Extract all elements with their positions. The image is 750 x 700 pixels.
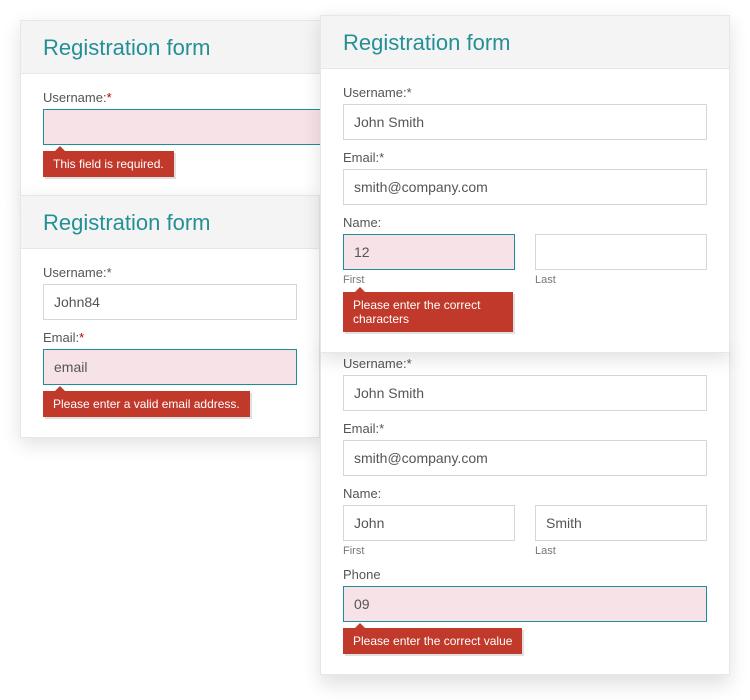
last-sublabel: Last (535, 545, 707, 557)
username-label: Username:* (43, 265, 297, 280)
name-row: First Last (343, 505, 707, 557)
last-sublabel: Last (535, 274, 707, 286)
email-label: Email:* (43, 330, 297, 345)
first-sublabel: First (343, 274, 515, 286)
phone-input[interactable] (343, 586, 707, 622)
name-label: Name: (343, 486, 707, 501)
first-name-input[interactable] (343, 505, 515, 541)
email-input[interactable] (43, 349, 297, 385)
name-label: Name: (343, 215, 707, 230)
tooltip-arrow-icon (55, 146, 65, 151)
email-label: Email:* (343, 421, 707, 436)
required-star: * (107, 90, 112, 105)
username-label: Username:* (343, 85, 707, 100)
form-card-name-error: Registration form Username:* Email:* Nam… (320, 15, 730, 353)
tooltip-arrow-icon (355, 287, 365, 292)
form-body: Username:* Email:* Name: First Last Phon… (321, 340, 729, 674)
first-sublabel: First (343, 545, 515, 557)
username-input[interactable] (43, 284, 297, 320)
last-name-input[interactable] (535, 505, 707, 541)
form-body: Username:* Email:* Name: First Please en… (321, 69, 729, 352)
email-input[interactable] (343, 440, 707, 476)
username-label: Username:* (343, 356, 707, 371)
form-card-invalid-email: Registration form Username:* Email:* Ple… (20, 195, 320, 438)
email-input[interactable] (343, 169, 707, 205)
first-name-input[interactable] (343, 234, 515, 270)
username-input[interactable] (343, 375, 707, 411)
form-card-phone-error: Username:* Email:* Name: First Last Phon… (320, 340, 730, 675)
last-name-input[interactable] (535, 234, 707, 270)
error-tooltip: Please enter the correct characters (343, 292, 513, 332)
form-body: Username:* Email:* Please enter a valid … (21, 249, 319, 437)
form-title: Registration form (321, 16, 729, 69)
name-row: First Please enter the correct character… (343, 234, 707, 332)
form-title: Registration form (21, 196, 319, 249)
username-input[interactable] (343, 104, 707, 140)
email-label: Email:* (343, 150, 707, 165)
error-tooltip: Please enter a valid email address. (43, 391, 250, 417)
phone-label: Phone (343, 567, 707, 582)
tooltip-arrow-icon (55, 386, 65, 391)
tooltip-arrow-icon (355, 623, 365, 628)
error-tooltip: Please enter the correct value (343, 628, 522, 654)
error-tooltip: This field is required. (43, 151, 174, 177)
required-star: * (79, 330, 84, 345)
